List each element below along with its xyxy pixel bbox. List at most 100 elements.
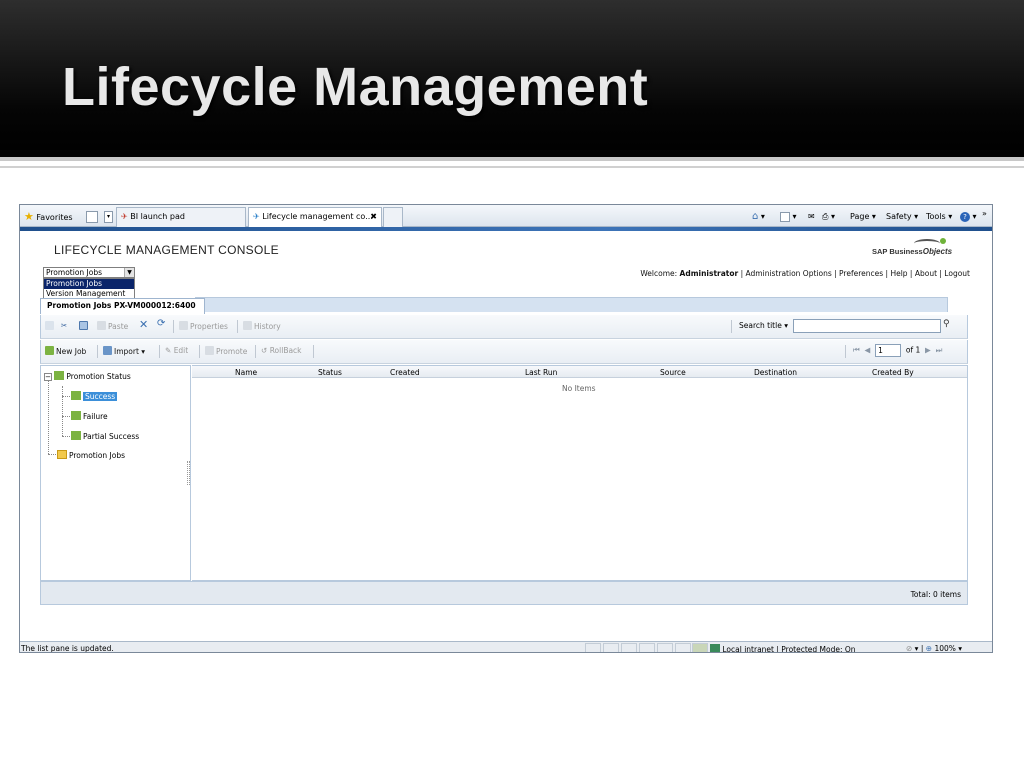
- success-icon: [71, 391, 81, 400]
- next-page-icon[interactable]: ▶: [925, 346, 931, 355]
- toolbar-separator: [97, 345, 98, 358]
- tab-list-button[interactable]: ▾: [104, 209, 113, 224]
- column-header-destination[interactable]: Destination: [754, 368, 797, 377]
- chevron-down-icon[interactable]: ▼: [124, 268, 134, 277]
- column-header-created-by[interactable]: Created By: [872, 368, 914, 377]
- toolbar-separator: [313, 345, 314, 358]
- failure-icon: [71, 411, 81, 420]
- tab-label: Lifecycle management co...: [262, 212, 373, 221]
- page-menu[interactable]: Page ▾: [850, 209, 876, 224]
- column-header-source[interactable]: Source: [660, 368, 686, 377]
- search-input[interactable]: [793, 319, 941, 333]
- page-number-input[interactable]: 1: [875, 344, 902, 357]
- tree-connector: [62, 396, 70, 397]
- column-header-status[interactable]: Status: [318, 368, 342, 377]
- edit-button[interactable]: ✎ Edit: [165, 346, 188, 355]
- quick-tabs-icon: [86, 210, 98, 223]
- tree-connector: [48, 378, 49, 454]
- logo-prefix: SAP Business: [872, 247, 923, 256]
- jobs-grid: Name Status Created Last Run Source Dest…: [192, 365, 968, 581]
- home-button[interactable]: ⌂ ▾: [752, 209, 765, 224]
- favorites-button[interactable]: ★ Favorites: [24, 209, 73, 224]
- sap-logo: SAP BusinessObjects: [872, 247, 952, 256]
- import-button[interactable]: Import ▾: [103, 346, 145, 356]
- search-button[interactable]: ⚲: [943, 319, 957, 333]
- dropdown-option-promotion-jobs[interactable]: Promotion Jobs: [44, 279, 134, 289]
- new-job-button[interactable]: New Job: [45, 346, 86, 356]
- slide-divider: [0, 166, 1024, 168]
- security-icon[interactable]: [692, 643, 708, 652]
- home-icon: ⌂: [752, 211, 759, 222]
- column-header-created[interactable]: Created: [390, 368, 420, 377]
- search-scope-select[interactable]: Search title ▾: [739, 321, 788, 330]
- tree-node-promotion-jobs[interactable]: Promotion Jobs: [57, 450, 125, 460]
- rollback-button[interactable]: ↺ RollBack: [261, 346, 302, 355]
- prev-page-icon[interactable]: ◀: [865, 346, 871, 355]
- column-header-name[interactable]: Name: [235, 368, 257, 377]
- pager: ⏮ ◀ 1 of 1 ▶ ⏭: [853, 344, 942, 357]
- new-job-label: New Job: [56, 347, 87, 356]
- tree-node-success[interactable]: Success: [71, 391, 118, 401]
- copy-icon: [79, 321, 88, 330]
- collapse-icon[interactable]: −: [44, 373, 52, 381]
- new-tab-button[interactable]: [383, 207, 403, 227]
- zoom-icon: ⊕: [925, 644, 933, 653]
- intranet-icon: [710, 644, 720, 652]
- quick-tabs-button[interactable]: [86, 209, 98, 224]
- view-dropdown[interactable]: Promotion Jobs ▼: [43, 267, 135, 278]
- close-icon[interactable]: ✖: [370, 208, 377, 226]
- security-zone[interactable]: Local intranet | Protected Mode: On: [710, 644, 856, 652]
- favorites-label: Favorites: [36, 213, 73, 222]
- last-page-icon[interactable]: ⏭: [936, 346, 943, 355]
- pane-splitter[interactable]: [187, 461, 190, 485]
- refresh-button[interactable]: ⟳: [157, 318, 165, 329]
- tab-strip: [195, 297, 948, 312]
- app-top-strip: [20, 227, 992, 231]
- promote-icon: [205, 346, 214, 355]
- tree-node-partial-success[interactable]: Partial Success: [71, 431, 139, 441]
- delete-button[interactable]: ✕: [139, 318, 148, 331]
- help-button[interactable]: ? ▾: [960, 209, 977, 224]
- open-button[interactable]: [45, 321, 56, 331]
- slide-title: Lifecycle Management: [62, 57, 649, 117]
- first-page-icon[interactable]: ⏮: [853, 346, 860, 355]
- grid-footer: Total: 0 items: [40, 581, 968, 605]
- cut-button[interactable]: ✂: [61, 321, 67, 330]
- grid-header: Name Status Created Last Run Source Dest…: [192, 366, 967, 378]
- tab-promotion-jobs[interactable]: Promotion Jobs PX-VM000012:6400: [40, 298, 205, 314]
- rollback-label: RollBack: [269, 346, 302, 355]
- history-button[interactable]: History: [243, 321, 281, 331]
- toolbar-separator: [731, 320, 732, 333]
- tools-menu[interactable]: Tools ▾: [926, 209, 952, 224]
- copy-button[interactable]: [79, 321, 90, 331]
- header-links[interactable]: | Administration Options | Preferences |…: [738, 269, 970, 278]
- sap-logo-dot: [940, 238, 946, 244]
- feeds-button[interactable]: ▾: [780, 209, 797, 224]
- tree-node-failure[interactable]: Failure: [71, 411, 108, 421]
- welcome-prefix: Welcome:: [640, 269, 680, 278]
- safety-menu[interactable]: Safety ▾: [886, 209, 918, 224]
- tree-node-label: Partial Success: [83, 432, 140, 441]
- toolbar-separator: [845, 345, 846, 358]
- paste-button[interactable]: Paste: [97, 321, 128, 331]
- zoom-control[interactable]: ⊘ ▾ | ⊕ 100% ▾: [906, 644, 962, 653]
- status-bar: The list pane is updated. Local intranet…: [20, 641, 992, 653]
- promotion-status-icon: [54, 371, 65, 380]
- status-cell: [639, 643, 655, 652]
- tree-node-promotion-status[interactable]: − Promotion Status: [44, 371, 131, 381]
- chevron-down-icon: ▾: [104, 210, 113, 223]
- column-header-last-run[interactable]: Last Run: [525, 368, 557, 377]
- more-commands-button[interactable]: »: [982, 206, 987, 221]
- tab-bi-launch-pad[interactable]: ✈ BI launch pad: [116, 207, 246, 227]
- slide-header: Lifecycle Management: [0, 0, 1024, 161]
- tab-lifecycle-management[interactable]: ✈ Lifecycle management co... ✖: [248, 207, 382, 227]
- tree-node-label: Success: [83, 392, 118, 401]
- mail-button[interactable]: ✉: [808, 209, 815, 224]
- chevron-down-icon: ▾: [784, 321, 788, 330]
- tree-connector: [62, 416, 70, 417]
- promote-button[interactable]: Promote: [205, 346, 247, 356]
- properties-button[interactable]: Properties: [179, 321, 228, 331]
- welcome-user: Administrator: [679, 269, 739, 278]
- total-count: Total: 0 items: [910, 590, 961, 599]
- print-button[interactable]: ⎙ ▾: [822, 209, 835, 224]
